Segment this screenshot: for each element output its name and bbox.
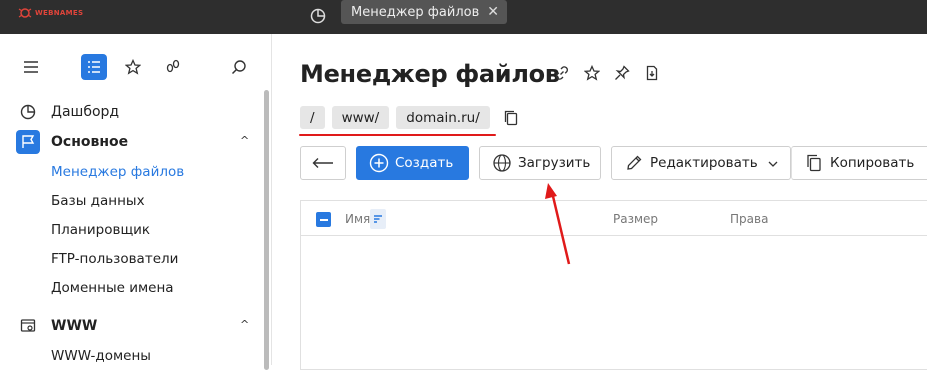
- copy-icon: [804, 153, 824, 173]
- star-icon[interactable]: [583, 64, 601, 82]
- sidebar-item-databases[interactable]: Базы данных: [51, 193, 145, 209]
- sidebar: Дашборд Основное ^ Менеджер файлов Базы …: [0, 34, 272, 370]
- edit-label: Редактировать: [650, 155, 758, 171]
- star-icon[interactable]: [120, 54, 146, 80]
- pencil-icon: [624, 153, 644, 173]
- logo-icon: [18, 8, 32, 18]
- sidebar-item-www-domains[interactable]: WWW-домены: [51, 348, 151, 364]
- annotation-underline: [299, 134, 496, 136]
- pie-chart-icon: [16, 100, 40, 124]
- breadcrumb-domain[interactable]: domain.ru/: [396, 106, 490, 129]
- breadcrumb: / www/ domain.ru/: [300, 106, 519, 129]
- top-bar: WEBNAMES Менеджер файлов ✕: [0, 0, 927, 34]
- sidebar-item-label: Основное: [51, 134, 129, 150]
- column-header-size[interactable]: Размер: [613, 212, 658, 226]
- sidebar-item-main[interactable]: Основное: [16, 129, 128, 155]
- sort-icon[interactable]: [370, 209, 386, 229]
- sidebar-item-label: WWW: [51, 318, 98, 334]
- copy-button[interactable]: Копировать: [791, 146, 927, 180]
- copy-label: Копировать: [830, 155, 915, 171]
- sidebar-item-ftp-users[interactable]: FTP-пользователи: [51, 251, 178, 267]
- file-table: Имя Размер Права: [300, 200, 927, 370]
- breadcrumb-www[interactable]: www/: [331, 106, 390, 129]
- close-icon[interactable]: ✕: [487, 4, 499, 20]
- plus-circle-icon: [369, 153, 389, 173]
- menu-icon[interactable]: [18, 54, 44, 80]
- sidebar-toolbar: [18, 54, 258, 82]
- column-header-permissions[interactable]: Права: [730, 212, 768, 226]
- select-all-checkbox[interactable]: [316, 212, 331, 227]
- create-button[interactable]: Создать: [356, 146, 469, 180]
- copy-icon[interactable]: [503, 110, 519, 126]
- main-content: Менеджер файлов / www/ domain.ru/ Создат…: [273, 34, 927, 370]
- upload-label: Загрузить: [518, 155, 591, 171]
- sidebar-item-dashboard[interactable]: Дашборд: [16, 99, 119, 125]
- logo-text: WEBNAMES: [35, 9, 84, 17]
- create-label: Создать: [395, 155, 454, 171]
- flag-icon: [16, 130, 40, 154]
- logo[interactable]: WEBNAMES: [18, 7, 83, 19]
- page-title: Менеджер файлов: [300, 60, 560, 88]
- dashboard-pie-icon[interactable]: [306, 4, 330, 28]
- www-settings-icon: [16, 314, 40, 338]
- footprints-icon[interactable]: [160, 54, 186, 80]
- link-icon[interactable]: [553, 64, 571, 82]
- edit-dropdown-button[interactable]: Редактировать: [611, 146, 791, 180]
- pin-icon[interactable]: [613, 64, 631, 82]
- sidebar-item-scheduler[interactable]: Планировщик: [51, 222, 150, 238]
- arrow-left-icon: [312, 158, 333, 168]
- chevron-up-icon[interactable]: ^: [240, 134, 249, 147]
- sidebar-item-domain-names[interactable]: Доменные имена: [51, 280, 174, 296]
- download-document-icon[interactable]: [643, 64, 661, 82]
- back-button[interactable]: [300, 146, 346, 180]
- upload-button[interactable]: Загрузить: [479, 146, 601, 180]
- breadcrumb-root[interactable]: /: [300, 106, 325, 129]
- column-header-name[interactable]: Имя: [345, 212, 370, 226]
- list-view-icon[interactable]: [81, 54, 107, 80]
- tab-label: Менеджер файлов: [351, 4, 480, 20]
- sidebar-scrollbar[interactable]: [264, 90, 269, 370]
- tab-file-manager[interactable]: Менеджер файлов ✕: [341, 0, 507, 24]
- sidebar-item-file-manager[interactable]: Менеджер файлов: [51, 164, 184, 180]
- title-actions: [553, 64, 661, 82]
- chevron-up-icon[interactable]: ^: [240, 318, 249, 331]
- chevron-down-icon: [768, 155, 778, 171]
- sidebar-item-label: Дашборд: [51, 104, 120, 120]
- table-header: Имя Размер Права: [301, 201, 927, 236]
- sidebar-item-www[interactable]: WWW: [16, 313, 97, 339]
- search-icon[interactable]: [226, 54, 252, 80]
- globe-upload-icon: [492, 153, 512, 173]
